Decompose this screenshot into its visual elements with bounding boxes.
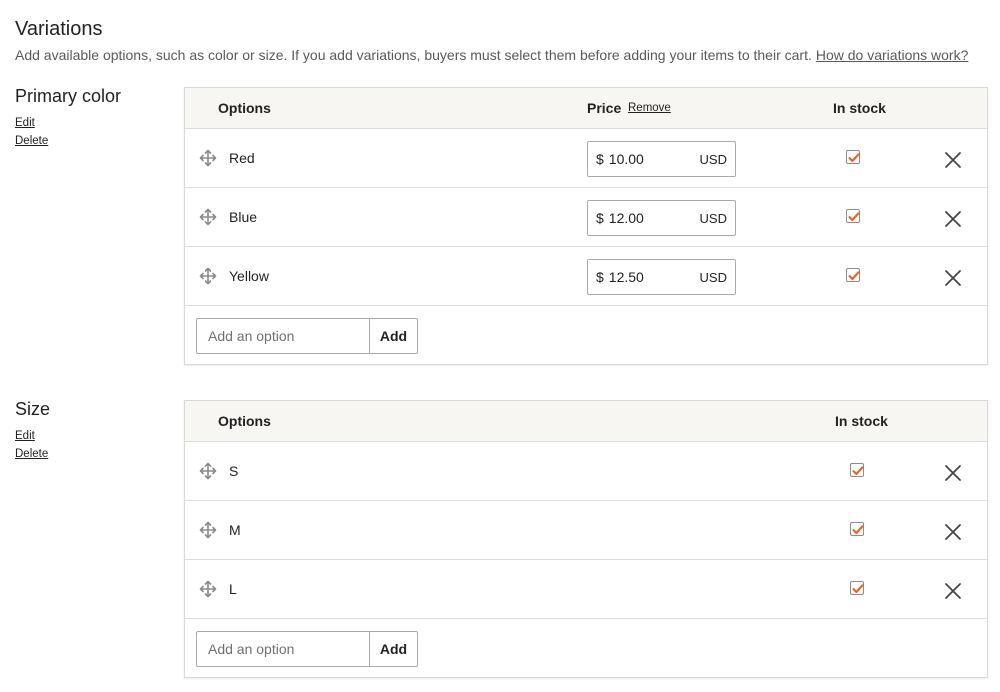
- close-x-icon[interactable]: [944, 151, 962, 169]
- column-options: Options: [218, 100, 271, 116]
- table-header: Options Price Remove In stock: [185, 88, 987, 129]
- option-label: Yellow: [229, 268, 269, 284]
- table-header: Options In stock: [185, 401, 987, 442]
- variation-name: Size: [15, 399, 51, 419]
- add-option-input[interactable]: [196, 631, 369, 667]
- table-row: M: [185, 501, 987, 560]
- close-x-icon[interactable]: [944, 269, 962, 287]
- option-label: L: [229, 581, 237, 597]
- close-x-icon[interactable]: [944, 210, 962, 228]
- move-arrows-icon[interactable]: [199, 462, 217, 480]
- currency-symbol: $: [596, 269, 604, 285]
- column-in-stock: In stock: [833, 100, 886, 116]
- checkmark-icon: [848, 153, 860, 163]
- column-options: Options: [218, 413, 271, 429]
- variation-name: Primary color: [15, 86, 122, 106]
- option-label: M: [229, 522, 241, 538]
- in-stock-checkbox[interactable]: [846, 150, 860, 164]
- in-stock-checkbox[interactable]: [846, 209, 860, 223]
- table-row: S: [185, 442, 987, 501]
- in-stock-checkbox[interactable]: [850, 581, 864, 595]
- move-arrows-icon[interactable]: [199, 267, 217, 285]
- move-arrows-icon[interactable]: [199, 149, 217, 167]
- currency-unit: USD: [699, 269, 727, 285]
- move-arrows-icon[interactable]: [199, 521, 217, 539]
- add-option-button[interactable]: Add: [369, 318, 418, 354]
- remove-price-link[interactable]: Remove: [628, 102, 671, 114]
- currency-symbol: $: [596, 210, 604, 226]
- table-row: L: [185, 560, 987, 619]
- currency-symbol: $: [596, 151, 604, 167]
- price-field: $ USD: [587, 141, 736, 177]
- add-option-row: Add: [185, 619, 987, 677]
- intro-text: Add available options, such as color or …: [15, 47, 812, 63]
- checkmark-icon: [848, 212, 860, 222]
- in-stock-checkbox[interactable]: [846, 268, 860, 282]
- close-x-icon[interactable]: [944, 582, 962, 600]
- variation-table-size: Options In stock S M L Add: [184, 400, 988, 678]
- move-arrows-icon[interactable]: [199, 208, 217, 226]
- price-input[interactable]: [608, 210, 689, 226]
- add-option-input[interactable]: [196, 318, 369, 354]
- delete-variation-link[interactable]: Delete: [15, 445, 50, 463]
- price-input[interactable]: [608, 269, 689, 285]
- currency-unit: USD: [699, 151, 727, 167]
- close-x-icon[interactable]: [944, 464, 962, 482]
- currency-unit: USD: [699, 210, 727, 226]
- checkmark-icon: [852, 466, 864, 476]
- option-label: S: [229, 463, 239, 479]
- column-in-stock: In stock: [835, 413, 888, 429]
- checkmark-icon: [848, 271, 860, 281]
- add-option-button[interactable]: Add: [369, 631, 418, 667]
- checkmark-icon: [852, 525, 864, 535]
- variation-table-primary-color: Options Price Remove In stock Red $ USD …: [184, 87, 988, 365]
- in-stock-checkbox[interactable]: [850, 463, 864, 477]
- variation-header-size: Size Edit Delete: [15, 399, 50, 463]
- option-label: Red: [229, 150, 255, 166]
- checkmark-icon: [852, 584, 864, 594]
- page-title: Variations: [15, 18, 103, 40]
- price-field: $ USD: [587, 200, 736, 236]
- in-stock-checkbox[interactable]: [850, 522, 864, 536]
- close-x-icon[interactable]: [944, 523, 962, 541]
- option-label: Blue: [229, 209, 258, 225]
- page-intro: Add available options, such as color or …: [15, 47, 968, 63]
- price-input[interactable]: [608, 151, 689, 167]
- table-row: Blue $ USD: [185, 188, 987, 247]
- variation-header-primary-color: Primary color Edit Delete: [15, 86, 121, 150]
- delete-variation-link[interactable]: Delete: [15, 132, 121, 150]
- table-row: Yellow $ USD: [185, 247, 987, 306]
- move-arrows-icon[interactable]: [199, 580, 217, 598]
- edit-variation-link[interactable]: Edit: [15, 427, 50, 445]
- add-option-row: Add: [185, 306, 987, 364]
- column-price: Price: [587, 100, 622, 116]
- table-row: Red $ USD: [185, 129, 987, 188]
- price-field: $ USD: [587, 259, 736, 295]
- edit-variation-link[interactable]: Edit: [15, 114, 121, 132]
- help-link[interactable]: How do variations work?: [816, 47, 969, 63]
